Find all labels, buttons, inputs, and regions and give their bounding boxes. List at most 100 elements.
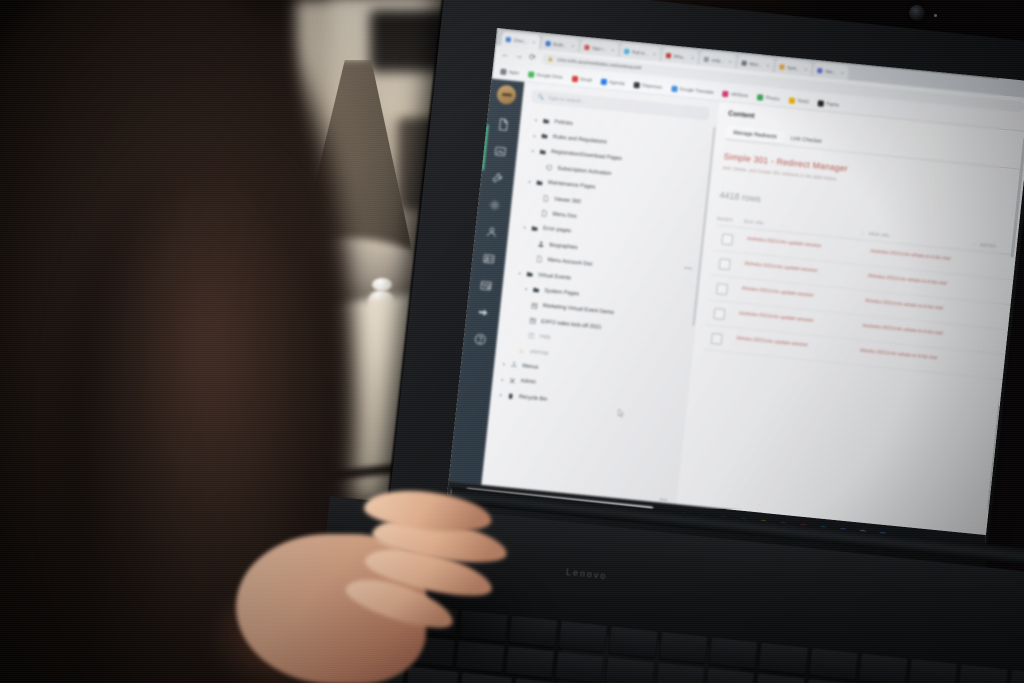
media-section-icon[interactable] xyxy=(493,143,508,158)
cell-old-url: /th/esko-2021/c4c-update-session xyxy=(744,261,818,275)
tree-overflow-icon[interactable]: ••• xyxy=(684,266,693,273)
tree-expand-arrow-icon[interactable]: ▸ xyxy=(533,133,538,138)
row-regex-checkbox[interactable] xyxy=(721,233,734,246)
keyboard-key[interactable] xyxy=(958,664,1008,683)
keyboard-key[interactable] xyxy=(858,653,908,683)
bookmark-item[interactable]: Google Drive xyxy=(527,70,563,80)
bookmark-item[interactable]: HRStore xyxy=(722,90,749,99)
tree-node-label: Recycle Bin xyxy=(518,393,548,403)
document-icon xyxy=(542,194,551,203)
tree-expand-arrow-icon[interactable]: ▸ xyxy=(534,117,539,122)
tab-close-icon[interactable]: × xyxy=(532,39,535,44)
settings-section-icon[interactable] xyxy=(490,170,505,185)
keyboard-key[interactable] xyxy=(605,657,655,683)
bookmark-item[interactable]: Dépenses xyxy=(633,81,662,90)
keyboard-key[interactable] xyxy=(758,642,808,675)
folder-icon xyxy=(531,224,540,233)
tab-close-icon[interactable]: × xyxy=(766,62,769,67)
translation-section-icon[interactable] xyxy=(476,304,491,319)
bookmark-item[interactable]: Photos xyxy=(756,93,780,102)
bookmark-label: Gmail xyxy=(579,76,593,83)
bookmark-label: TAXO xyxy=(796,98,810,105)
content-section-icon[interactable] xyxy=(496,116,511,131)
address-bar-url: cms-exfo.azurewebsites.net/umbraco/#/ xyxy=(556,57,642,72)
tree-expand-arrow-icon[interactable]: ▸ xyxy=(524,287,529,292)
cell-new-url: /th/esko-2021/c4c-whats-in-it-for-me/ xyxy=(867,274,948,287)
bookmark-favicon-icon xyxy=(817,99,825,107)
keyboard-key[interactable] xyxy=(555,651,605,683)
keyboard-key[interactable] xyxy=(755,673,805,683)
row-regex-checkbox[interactable] xyxy=(718,258,731,271)
row-regex-checkbox[interactable] xyxy=(715,283,729,296)
header-regex[interactable]: REGEX xyxy=(717,216,745,224)
tree-node-label: Rules and Regulations xyxy=(552,134,608,146)
sort-old-url-icon[interactable]: ↕ xyxy=(857,230,869,236)
tab-close-icon[interactable]: × xyxy=(841,70,844,75)
tree-expand-arrow-icon[interactable]: ▸ xyxy=(518,270,523,276)
keyboard-key[interactable] xyxy=(808,647,858,680)
keyboard-key[interactable] xyxy=(908,658,958,683)
keyboard-key[interactable] xyxy=(708,637,758,669)
tab-favicon-icon xyxy=(816,67,823,73)
keyboard-key[interactable] xyxy=(608,626,658,659)
content-tab[interactable]: Link Checker xyxy=(783,131,830,149)
keyboard-key[interactable] xyxy=(658,631,708,664)
tree-node-label: Policies xyxy=(554,118,574,127)
tab-close-icon[interactable]: × xyxy=(804,66,807,71)
bookmark-label: Photos xyxy=(765,95,780,102)
bookmark-favicon-icon xyxy=(756,93,764,101)
keyboard-key[interactable] xyxy=(805,678,855,683)
folder-icon xyxy=(539,147,548,156)
tab-favicon-icon xyxy=(505,36,512,42)
tab-close-icon[interactable]: × xyxy=(691,55,694,60)
bookmark-item[interactable]: Gmail xyxy=(571,75,592,83)
bookmark-item[interactable]: Google Translate xyxy=(670,85,714,95)
history-icon xyxy=(545,163,554,172)
photo-scene: Chec... × Build... × Sign i... × Pull re... × Wh… xyxy=(0,0,1024,683)
keyboard-key[interactable] xyxy=(705,667,755,683)
keyboard-key[interactable] xyxy=(1008,669,1024,683)
tree-node-label: Admin xyxy=(520,378,537,386)
bookmark-item[interactable]: Agenda xyxy=(600,78,625,86)
row-regex-checkbox[interactable] xyxy=(710,332,723,345)
content-tab[interactable]: Manage Redirects xyxy=(725,125,785,145)
tree-expand-arrow-icon[interactable]: ▸ xyxy=(531,148,536,153)
tab-close-icon[interactable]: × xyxy=(611,47,614,52)
tree-node-label: System Pages xyxy=(544,287,580,298)
members-section-icon[interactable] xyxy=(481,251,496,266)
bookmark-item[interactable]: TAXO xyxy=(788,96,810,105)
keyboard-key[interactable] xyxy=(513,678,567,683)
forms-section-icon[interactable] xyxy=(478,278,493,293)
keyboard-key[interactable] xyxy=(655,662,705,683)
cell-new-url: /it/esko-2021/c4c-whats-in-it-for-me/ xyxy=(859,348,938,362)
users-section-icon[interactable] xyxy=(484,224,499,239)
tab-close-icon[interactable]: × xyxy=(729,59,732,64)
tree-expand-arrow-icon[interactable]: ▸ xyxy=(500,377,505,382)
sort-new-url-icon[interactable]: ↕ xyxy=(968,241,980,247)
tools-icon xyxy=(508,376,517,385)
tree-expand-arrow-icon[interactable]: ▸ xyxy=(528,179,533,184)
tree-expand-arrow-icon[interactable]: ▸ xyxy=(502,362,507,367)
forward-button[interactable]: → xyxy=(515,51,524,61)
bookmark-favicon-icon xyxy=(571,75,578,82)
bookmark-label: Apps xyxy=(508,69,520,76)
bookmark-item[interactable]: Apps xyxy=(500,68,519,76)
tab-favicon-icon xyxy=(665,52,672,58)
row-regex-checkbox[interactable] xyxy=(713,307,726,321)
tree-node-label: sitemap xyxy=(529,348,549,357)
developer-section-icon[interactable] xyxy=(487,197,502,212)
avatar[interactable] xyxy=(495,84,517,106)
hand xyxy=(206,470,516,683)
keyboard-key[interactable] xyxy=(558,620,608,653)
tab-favicon-icon xyxy=(583,44,590,50)
tab-close-icon[interactable]: × xyxy=(653,51,656,56)
tree-expand-arrow-icon[interactable]: ▸ xyxy=(499,392,504,397)
reload-button[interactable]: ⟳ xyxy=(529,52,537,62)
back-button[interactable]: ← xyxy=(501,50,510,60)
tree-expand-arrow-icon[interactable]: ▸ xyxy=(523,224,528,230)
folder-icon xyxy=(532,286,541,295)
tab-favicon-icon xyxy=(778,63,785,70)
bookmark-item[interactable]: Figma xyxy=(817,99,840,108)
tab-close-icon[interactable]: × xyxy=(571,43,574,48)
help-section-icon[interactable] xyxy=(473,331,488,346)
